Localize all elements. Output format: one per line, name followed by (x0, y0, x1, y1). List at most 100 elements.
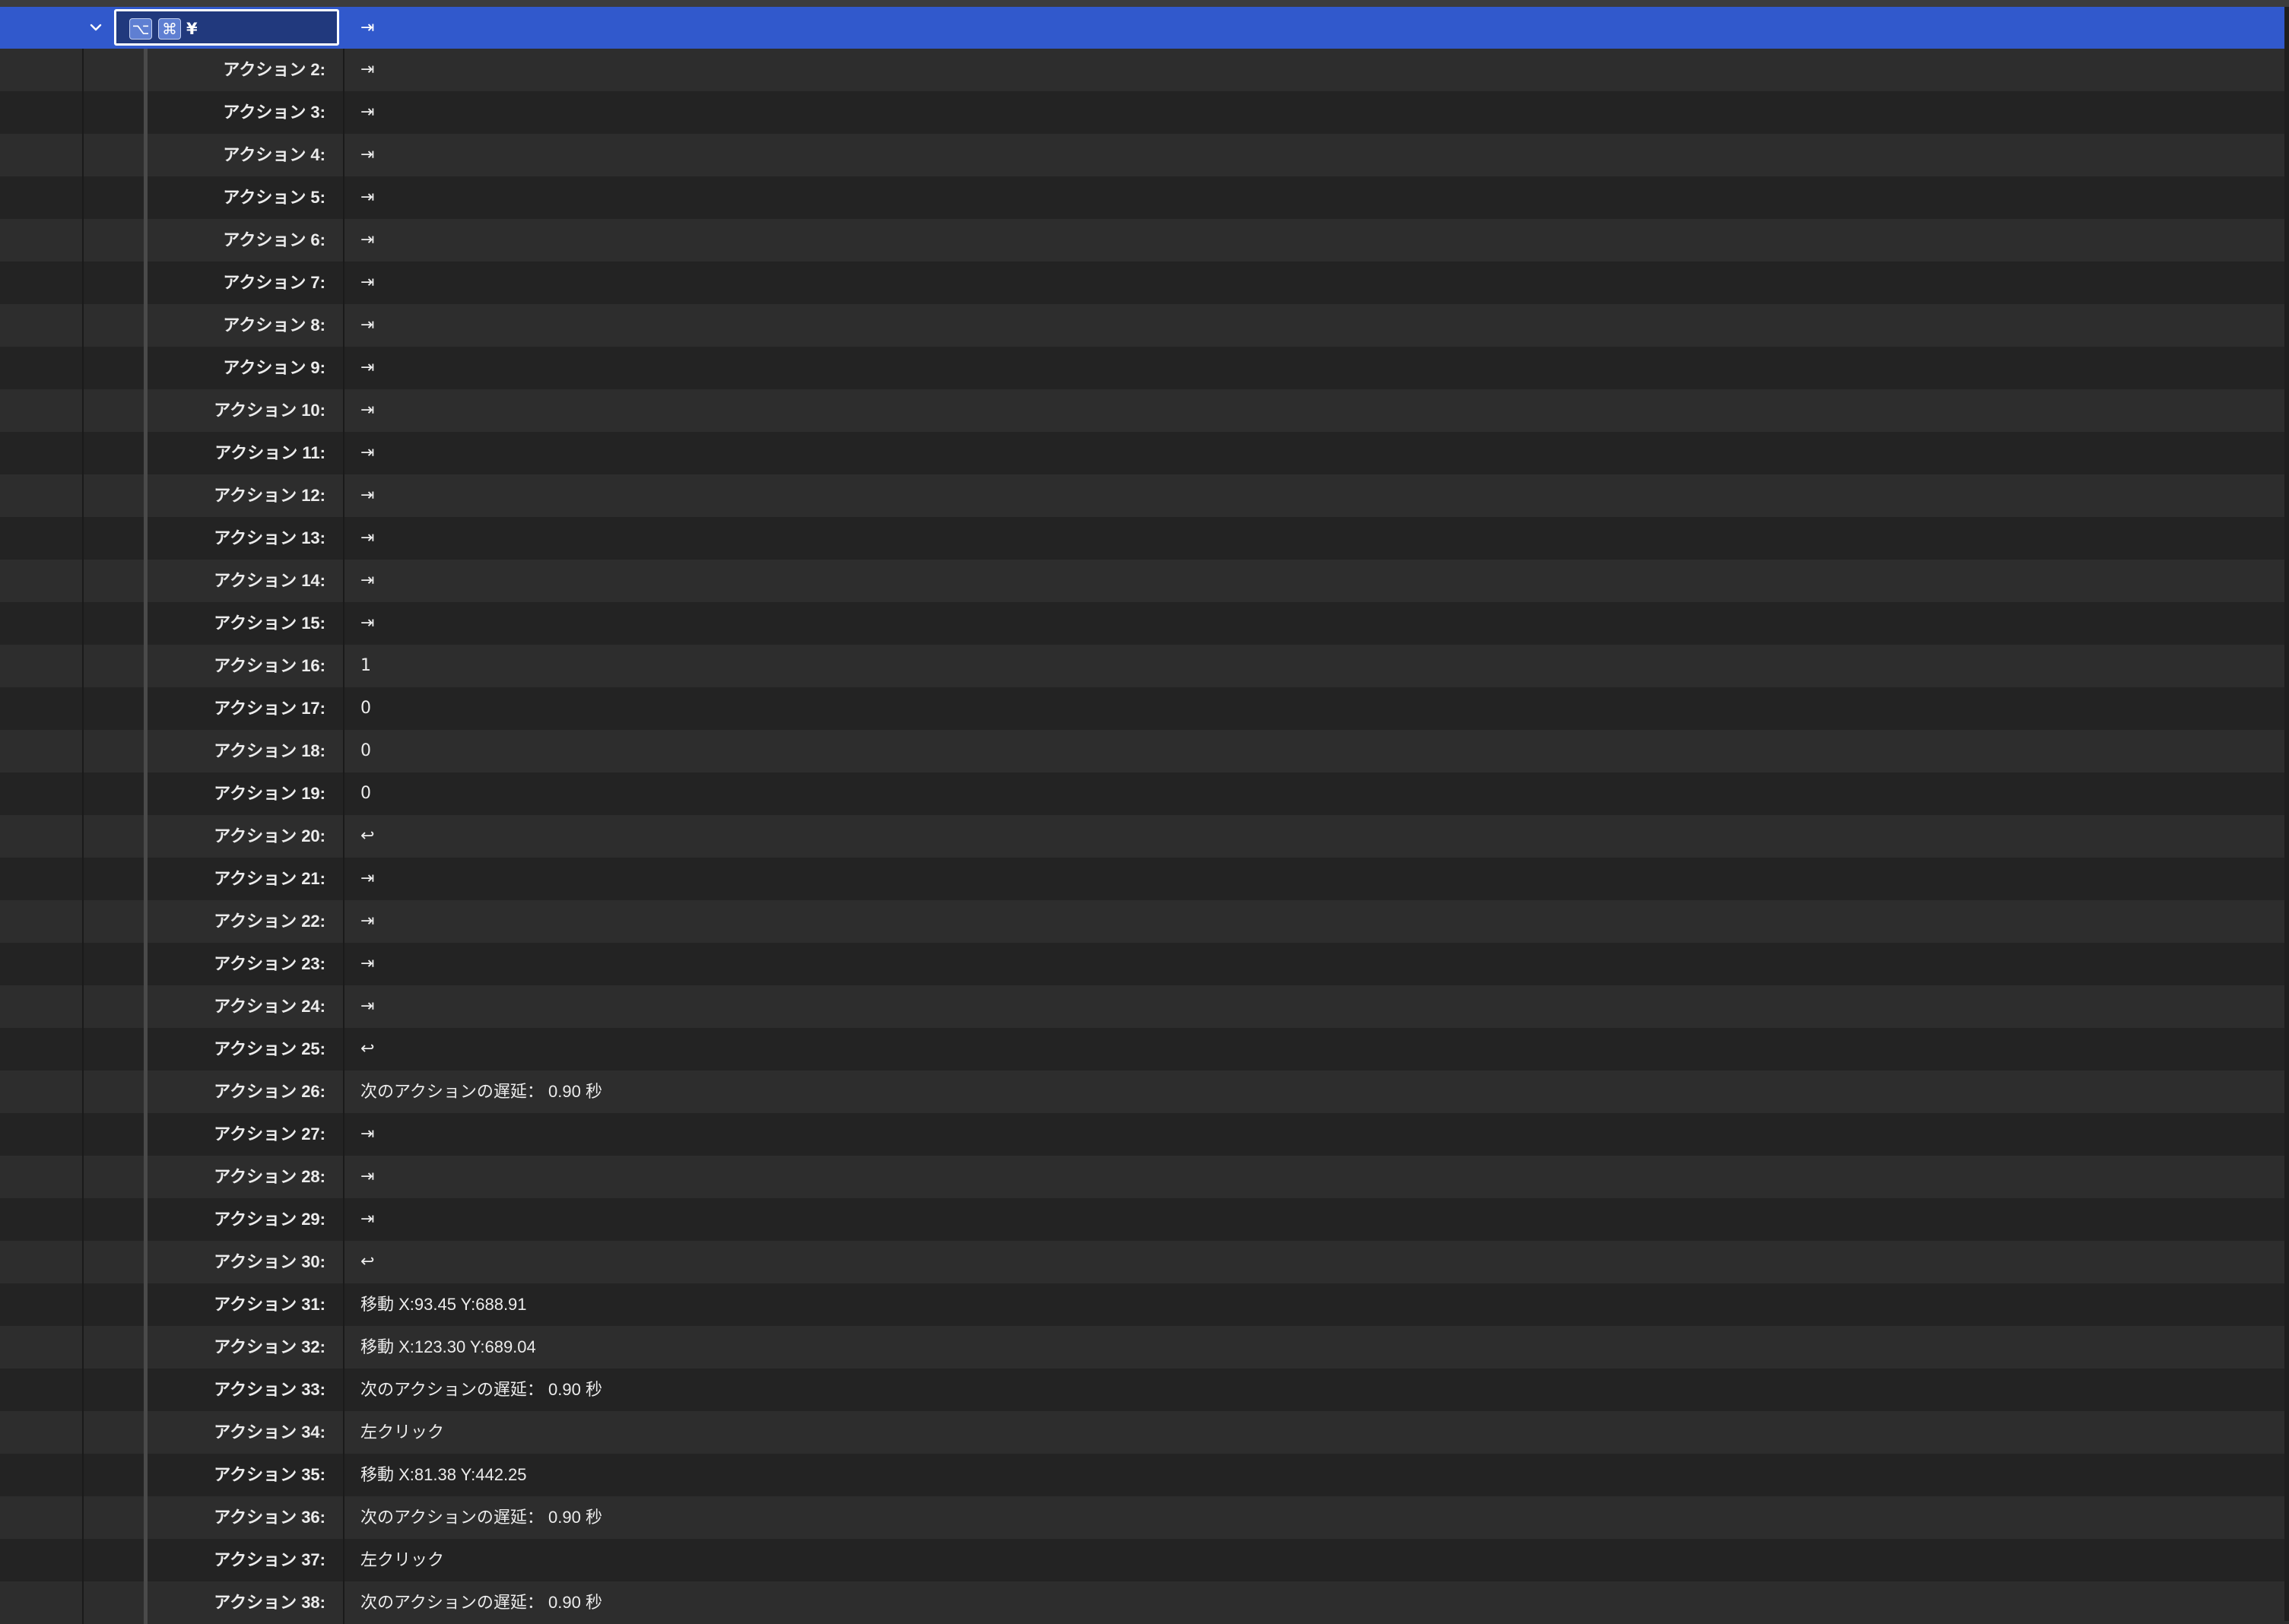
action-value[interactable]: ⇥ (360, 219, 374, 262)
action-label: アクション 26: (214, 1082, 325, 1101)
action-value[interactable]: 次のアクションの遅延： 0.90 秒 (360, 1581, 602, 1624)
table-row[interactable]: アクション 24: ⇥ (0, 985, 2289, 1028)
table-row[interactable]: アクション 32: 移動 X:123.30 Y:689.04 (0, 1326, 2289, 1369)
action-value[interactable]: ⇥ (360, 474, 374, 517)
table-row[interactable]: アクション 6: ⇥ (0, 219, 2289, 262)
column-divider (343, 858, 344, 900)
indent-guide (144, 730, 148, 772)
action-value[interactable]: 移動 X:123.30 Y:689.04 (360, 1326, 536, 1369)
action-value[interactable]: ⇥ (360, 602, 374, 645)
table-row[interactable]: アクション 23: ⇥ (0, 943, 2289, 985)
action-value[interactable]: 左クリック (360, 1411, 444, 1454)
action-value[interactable]: ⇥ (360, 432, 374, 474)
table-row[interactable]: アクション 35: 移動 X:81.38 Y:442.25 (0, 1454, 2289, 1496)
table-row[interactable]: アクション 37: 左クリック (0, 1539, 2289, 1581)
table-row[interactable]: アクション 31: 移動 X:93.45 Y:688.91 (0, 1283, 2289, 1326)
table-row[interactable]: アクション 15: ⇥ (0, 602, 2289, 645)
action-value[interactable]: 左クリック (360, 1539, 444, 1581)
table-row[interactable]: アクション 19: 0 (0, 772, 2289, 815)
action-value[interactable]: 移動 X:81.38 Y:442.25 (360, 1454, 527, 1496)
table-row[interactable]: アクション 30: ↩ (0, 1241, 2289, 1283)
table-row[interactable]: アクション 38: 次のアクションの遅延： 0.90 秒 (0, 1581, 2289, 1624)
column-divider (82, 1028, 84, 1071)
action-value[interactable]: ⇥ (360, 389, 374, 432)
table-row[interactable]: アクション 2: ⇥ (0, 49, 2289, 91)
action-value[interactable]: 次のアクションの遅延： 0.90 秒 (360, 1071, 602, 1113)
table-row[interactable]: アクション 9: ⇥ (0, 347, 2289, 389)
action-value[interactable]: ⇥ (360, 347, 374, 389)
table-row[interactable]: アクション 16: 1 (0, 645, 2289, 687)
action-value[interactable]: ⇥ (360, 560, 374, 602)
action-value[interactable]: ⇥ (360, 176, 374, 219)
table-row[interactable]: アクション 28: ⇥ (0, 1156, 2289, 1198)
action-value[interactable]: ⇥ (360, 900, 374, 943)
column-divider (82, 517, 84, 560)
chevron-down-icon[interactable] (84, 17, 107, 40)
table-row[interactable]: アクション 7: ⇥ (0, 262, 2289, 304)
table-row[interactable]: アクション 25: ↩ (0, 1028, 2289, 1071)
table-row[interactable]: アクション 21: ⇥ (0, 858, 2289, 900)
action-value[interactable]: 0 (360, 687, 371, 730)
table-row[interactable]: アクション 10: ⇥ (0, 389, 2289, 432)
table-row[interactable]: アクション 26: 次のアクションの遅延： 0.90 秒 (0, 1071, 2289, 1113)
action-value[interactable]: ⇥ (360, 858, 374, 900)
action-value[interactable]: ⇥ (360, 49, 374, 91)
action-label: アクション 9: (223, 358, 325, 377)
column-divider (82, 176, 84, 219)
indent-guide (144, 1581, 148, 1624)
action-value[interactable]: ⇥ (360, 985, 374, 1028)
table-row[interactable]: アクション 36: 次のアクションの遅延： 0.90 秒 (0, 1496, 2289, 1539)
action-label: アクション 13: (214, 528, 325, 547)
table-row[interactable]: アクション 12: ⇥ (0, 474, 2289, 517)
action-value[interactable]: ⇥ (360, 91, 374, 134)
action-value[interactable]: 0 (360, 772, 371, 815)
indent-guide (144, 1369, 148, 1411)
action-value[interactable]: ⇥ (360, 134, 374, 176)
option-key-icon: ⌥ (129, 18, 152, 40)
action-value[interactable]: 次のアクションの遅延： 0.90 秒 (360, 1496, 602, 1539)
action-label: アクション 12: (214, 486, 325, 505)
table-row[interactable]: アクション 29: ⇥ (0, 1198, 2289, 1241)
table-row[interactable]: アクション 11: ⇥ (0, 432, 2289, 474)
action-value[interactable]: ⇥ (360, 943, 374, 985)
table-row[interactable]: アクション 14: ⇥ (0, 560, 2289, 602)
action-value[interactable]: ⇥ (360, 262, 374, 304)
action-value[interactable]: ↩ (360, 1241, 374, 1283)
action-value[interactable]: ⇥ (360, 1198, 374, 1241)
action-label: アクション 20: (214, 826, 325, 845)
action-value[interactable]: ↩ (360, 1028, 374, 1071)
table-row[interactable]: アクション 18: 0 (0, 730, 2289, 772)
table-row[interactable]: アクション 33: 次のアクションの遅延： 0.90 秒 (0, 1369, 2289, 1411)
table-row[interactable]: アクション 13: ⇥ (0, 517, 2289, 560)
action-value[interactable]: 0 (360, 730, 371, 772)
selected-shortcut-row[interactable]: ⌥ ⌘ ¥ ⇥ (0, 7, 2289, 49)
table-row[interactable]: アクション 5: ⇥ (0, 176, 2289, 219)
column-divider (82, 1198, 84, 1241)
column-divider (82, 1326, 84, 1369)
action-value[interactable]: ⇥ (360, 304, 374, 347)
indent-guide (144, 347, 148, 389)
action-label: アクション 2: (223, 60, 325, 79)
indent-guide (144, 432, 148, 474)
action-value[interactable]: ⇥ (360, 517, 374, 560)
table-row[interactable]: アクション 17: 0 (0, 687, 2289, 730)
action-1-value[interactable]: ⇥ (360, 7, 374, 49)
column-divider (343, 1496, 344, 1539)
action-value[interactable]: ⇥ (360, 1156, 374, 1198)
shortcut-key-field[interactable]: ⌥ ⌘ ¥ (114, 9, 339, 46)
action-label: アクション 5: (223, 188, 325, 207)
action-value[interactable]: 次のアクションの遅延： 0.90 秒 (360, 1369, 602, 1411)
table-row[interactable]: アクション 34: 左クリック (0, 1411, 2289, 1454)
table-row[interactable]: アクション 27: ⇥ (0, 1113, 2289, 1156)
action-value[interactable]: ⇥ (360, 1113, 374, 1156)
action-value[interactable]: ↩ (360, 815, 374, 858)
action-value[interactable]: 1 (360, 645, 371, 687)
table-row[interactable]: アクション 8: ⇥ (0, 304, 2289, 347)
action-value[interactable]: 移動 X:93.45 Y:688.91 (360, 1283, 527, 1326)
indent-guide (144, 1241, 148, 1283)
table-row[interactable]: アクション 4: ⇥ (0, 134, 2289, 176)
table-row[interactable]: アクション 3: ⇥ (0, 91, 2289, 134)
table-row[interactable]: アクション 20: ↩ (0, 815, 2289, 858)
column-divider (343, 1241, 344, 1283)
table-row[interactable]: アクション 22: ⇥ (0, 900, 2289, 943)
